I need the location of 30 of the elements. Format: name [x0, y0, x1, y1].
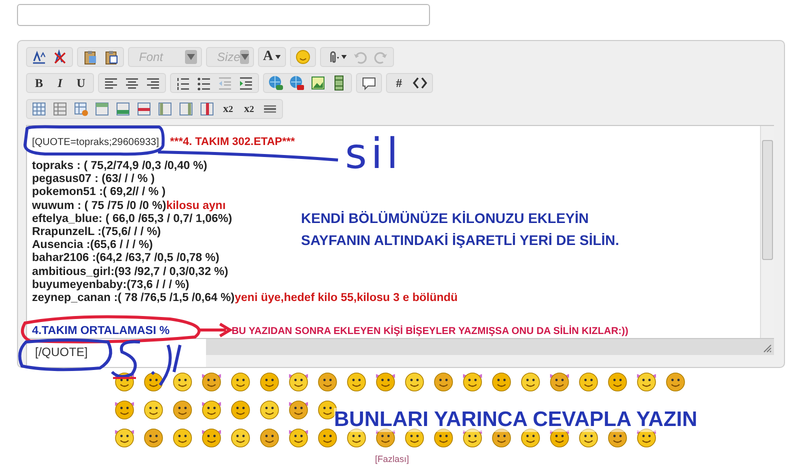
editor-text-line: topraks : ( 75,2/74,9 /0,3 /0,40 %) — [32, 160, 208, 172]
instruction-text: SAYFANIN ALTINDAKİ İŞARETLİ YERİ DE SİLİN. — [301, 232, 620, 248]
editor-text-line: wuwum : ( 75 /75 /0 /0 %) — [32, 200, 166, 212]
handwritten-annotation: sil — [345, 130, 402, 178]
editor-text-line: RrapunzelL :(75,6/ / / %) — [32, 226, 161, 238]
instruction-text: KENDİ BÖLÜMÜNÜZE KİLONUZU EKLEYİN — [301, 210, 590, 226]
dropdown-placeholder: Size — [217, 50, 240, 64]
toolbar-button[interactable]: A — [261, 48, 284, 66]
editor-text-line: ambitious_girl:(93 /92,7 / 0,3/0,32 %) — [32, 266, 228, 278]
editor-text-line: bahar2106 :(64,2 /63,7 /0,5 /0,78 %) — [32, 252, 220, 264]
editor-text-line: eftelya_blue: ( 66,0 /65,3 / 0,7/ 1,06%) — [32, 212, 232, 225]
toolbar-button[interactable]: U — [71, 74, 91, 92]
editor-note: BU YAZIDAN SONRA EKLEYEN KİŞİ BİŞEYLER YAZMIŞSA ONU DA SİLİN KIZLAR:)) — [232, 326, 628, 338]
dropdown-placeholder: Font — [139, 50, 164, 64]
editor-text-line: 4.TAKIM ORTALAMASI % — [32, 325, 170, 338]
editor-text-line: [QUOTE=topraks;29606933] — [32, 137, 160, 148]
editor-note: yeni üye,hedef kilo 55,kilosu 3 e bölündü — [234, 292, 458, 304]
more-link[interactable]: [Fazlası] — [374, 454, 409, 464]
editor-text-line: pegasus07 : (63/ / / % ) — [32, 173, 155, 186]
editor-note: kilosu aynı — [166, 200, 226, 212]
toolbar-button[interactable]: I — [50, 74, 70, 92]
editor-note: ***4. TAKIM 302.ETAP*** — [170, 136, 295, 148]
editor-text-line: Ausencia :(65,6 / / / %) — [32, 239, 153, 252]
editor-text-line: buyumeyenbaby:(73,6 / / / %) — [32, 278, 190, 291]
toolbar-button[interactable]: # — [389, 74, 409, 92]
toolbar-button[interactable]: B — [29, 74, 49, 92]
editor-text-line: pokemon51 :( 69,2// / % ) — [32, 186, 166, 198]
editor-text-line: [/QUOTE] — [35, 345, 88, 359]
overlay-text: BUNLARI YARINCA CEVAPLA YAZIN — [334, 408, 698, 432]
editor-text-line: zeynep_canan :( 78 /76,5 /1,5 /0,64 %) — [32, 292, 235, 304]
